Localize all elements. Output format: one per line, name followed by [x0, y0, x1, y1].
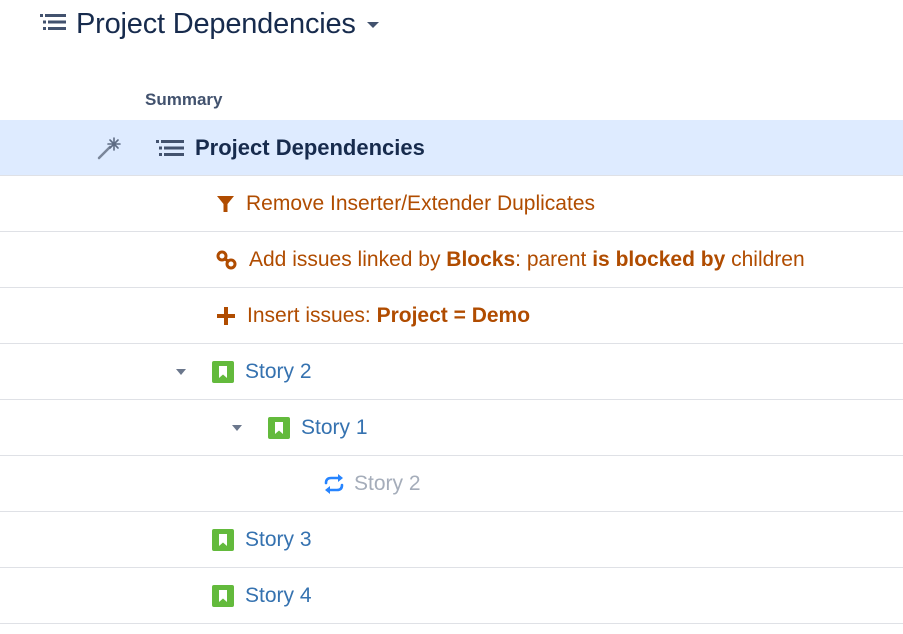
page-title: Project Dependencies — [76, 7, 356, 40]
root-row[interactable]: Project Dependencies — [0, 120, 903, 176]
generator-summary[interactable]: Remove Inserter/Extender Duplicates — [216, 192, 595, 216]
structure-page: Project Dependencies Summary Project Dep… — [0, 0, 903, 634]
generator-label: Insert issues: Project = Demo — [247, 303, 531, 327]
summary-column-header[interactable]: Summary — [145, 90, 222, 110]
story-icon — [268, 416, 290, 439]
issue-link[interactable]: Story 1 — [301, 416, 368, 440]
structure-icon — [156, 138, 184, 158]
structure-icon — [40, 12, 66, 37]
generator-row-filter[interactable]: Remove Inserter/Extender Duplicates — [0, 176, 903, 232]
issue-summary[interactable]: Story 1 — [230, 416, 368, 440]
structure-title-bar[interactable]: Project Dependencies — [40, 4, 380, 44]
story-icon — [212, 528, 234, 551]
caret-down-icon[interactable] — [366, 17, 380, 35]
issue-summary[interactable]: Story 2 — [174, 360, 312, 384]
duplicate-issue-row[interactable]: Story 2 — [0, 456, 903, 512]
issue-row[interactable]: Story 4 — [0, 568, 903, 624]
generator-summary[interactable]: Add issues linked by Blocks: parent is b… — [216, 248, 805, 272]
issue-row[interactable]: Story 1 — [0, 400, 903, 456]
issue-link[interactable]: Story 2 — [245, 360, 312, 384]
story-icon — [212, 584, 234, 607]
issue-summary[interactable]: Story 2 — [322, 472, 421, 496]
root-label: Project Dependencies — [195, 134, 425, 160]
story-icon — [212, 360, 234, 383]
expand-toggle-icon[interactable] — [230, 424, 244, 432]
structure-rows: Project Dependencies Remove Inserter/Ext… — [0, 120, 903, 624]
issue-summary[interactable]: Story 3 — [212, 528, 312, 552]
link-icon — [216, 250, 238, 270]
issue-link[interactable]: Story 3 — [245, 528, 312, 552]
generator-summary[interactable]: Insert issues: Project = Demo — [216, 304, 530, 328]
issue-link[interactable]: Story 4 — [245, 584, 312, 608]
filter-icon — [216, 194, 235, 213]
recurring-icon — [322, 473, 346, 494]
magic-wand-icon — [96, 136, 122, 165]
plus-icon — [216, 306, 236, 326]
expand-toggle-icon[interactable] — [174, 368, 188, 376]
issue-summary[interactable]: Story 4 — [212, 584, 312, 608]
issue-row[interactable]: Story 2 — [0, 344, 903, 400]
root-summary[interactable]: Project Dependencies — [156, 135, 425, 161]
duplicate-issue-label: Story 2 — [354, 471, 421, 495]
generator-row-link[interactable]: Add issues linked by Blocks: parent is b… — [0, 232, 903, 288]
issue-row[interactable]: Story 3 — [0, 512, 903, 568]
generator-label: Remove Inserter/Extender Duplicates — [246, 191, 595, 215]
generator-label: Add issues linked by Blocks: parent is b… — [249, 247, 805, 271]
generator-row-insert[interactable]: Insert issues: Project = Demo — [0, 288, 903, 344]
